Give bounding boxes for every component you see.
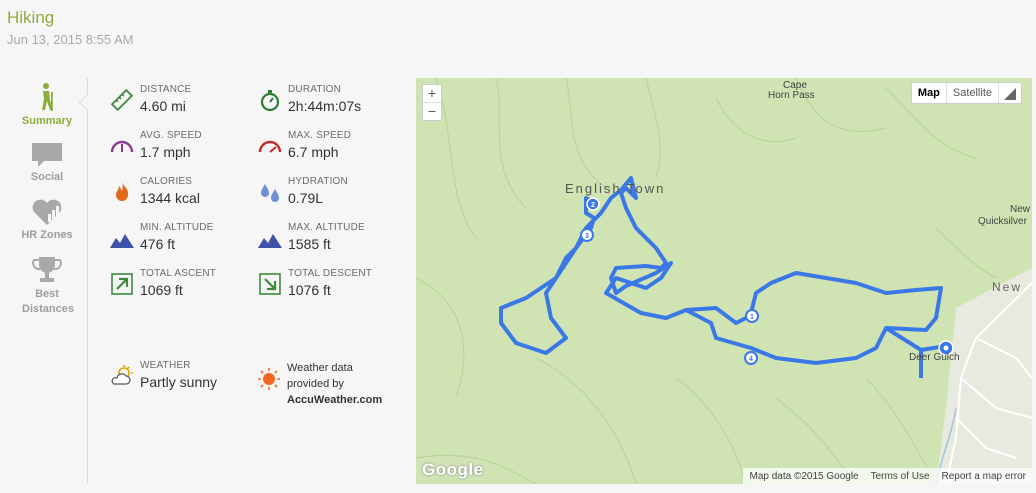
- place-label: Horn Pass: [768, 90, 815, 101]
- stat-max-speed: MAX. SPEED 6.7 mph: [258, 130, 403, 170]
- route-map[interactable]: 1 2 3 4 Cape Horn Pass English Town New …: [416, 78, 1032, 484]
- stat-label: MAX. SPEED: [288, 130, 352, 141]
- zoom-out-button[interactable]: −: [423, 103, 441, 120]
- stat-value: 1.7 mph: [140, 144, 191, 160]
- stat-label: MAX. ALTITUDE: [288, 222, 365, 233]
- lap-marker-4: 4: [749, 356, 753, 363]
- map-terrain: 1 2 3 4: [416, 78, 1032, 484]
- partly-sunny-icon: [111, 365, 133, 385]
- stat-hydration: HYDRATION 0.79L: [258, 176, 403, 216]
- stat-value: 4.60 mi: [140, 98, 186, 114]
- stat-label: HYDRATION: [288, 176, 348, 187]
- speedometer-avg-icon: [110, 140, 134, 153]
- zoom-in-button[interactable]: +: [423, 85, 441, 103]
- stat-label: WEATHER: [140, 360, 191, 371]
- stopwatch-icon: [260, 90, 280, 112]
- map-type-map-button[interactable]: Map: [912, 83, 947, 103]
- stat-value: 1585 ft: [288, 236, 331, 252]
- map-data-text: Map data ©2015 Google: [749, 470, 859, 482]
- stat-label: TOTAL DESCENT: [288, 268, 373, 279]
- stat-duration: DURATION 2h:44m:07s: [258, 84, 403, 124]
- place-label: Deer Gulch: [909, 352, 960, 363]
- activity-date: Jun 13, 2015 8:55 AM: [7, 32, 134, 47]
- stat-max-altitude: MAX. ALTITUDE 1585 ft: [258, 222, 403, 262]
- water-drops-icon: [261, 184, 279, 202]
- tab-summary[interactable]: Summary: [14, 82, 80, 127]
- tab-social-label: Social: [30, 171, 64, 183]
- place-label: English Town: [565, 181, 666, 196]
- accuweather-link[interactable]: AccuWeather.com: [287, 394, 382, 406]
- weather-credit-line1: Weather data: [287, 362, 353, 374]
- stat-label: TOTAL ASCENT: [140, 268, 217, 279]
- accuweather-sun-icon: [258, 368, 280, 390]
- stat-calories: CALORIES 1344 kcal: [110, 176, 255, 216]
- stat-label: AVG. SPEED: [140, 130, 202, 141]
- heart-chart-icon: [32, 199, 62, 225]
- stat-distance: DISTANCE 4.60 mi: [110, 84, 255, 124]
- map-type-satellite-button[interactable]: Satellite: [947, 83, 999, 103]
- activity-title: Hiking: [7, 8, 55, 27]
- arrow-down-right-icon: [259, 273, 281, 295]
- trophy-icon: [32, 257, 62, 282]
- stat-value: 0.79L: [288, 190, 324, 206]
- flame-icon: [116, 182, 129, 201]
- stat-label: MIN. ALTITUDE: [140, 222, 214, 233]
- stat-avg-speed: AVG. SPEED 1.7 mph: [110, 130, 255, 170]
- fullscreen-button[interactable]: [999, 83, 1021, 103]
- fullscreen-icon: [1004, 88, 1016, 100]
- stat-value: 6.7 mph: [288, 144, 339, 160]
- mountain-min-icon: [110, 234, 134, 248]
- report-map-error-link[interactable]: Report a map error: [936, 471, 1032, 482]
- zoom-control: + −: [422, 84, 442, 121]
- tab-divider: [87, 78, 88, 484]
- tab-best-distances[interactable]: Best Distances: [14, 256, 80, 317]
- lap-marker-2: 2: [591, 202, 595, 209]
- stat-value: 2h:44m:07s: [288, 98, 362, 114]
- map-attribution: Map data ©2015 Google Terms of Use Repor…: [743, 468, 1032, 484]
- arrow-up-right-icon: [111, 273, 133, 295]
- speedometer-max-icon: [258, 140, 282, 153]
- speech-bubble-icon: [32, 143, 62, 167]
- stat-label: DISTANCE: [140, 84, 192, 95]
- stat-min-altitude: MIN. ALTITUDE 476 ft: [110, 222, 255, 262]
- stat-value: Partly sunny: [140, 374, 218, 390]
- lap-marker-1: 1: [750, 314, 754, 321]
- place-label: Quicksilver: [978, 216, 1027, 227]
- active-tab-pointer: [78, 94, 95, 111]
- tab-best-distances-label: Best Distances: [22, 288, 74, 315]
- weather-credit: Weather data provided by AccuWeather.com: [287, 360, 382, 408]
- stat-total-ascent: TOTAL ASCENT 1069 ft: [110, 268, 255, 308]
- stat-label: CALORIES: [140, 176, 193, 187]
- google-logo[interactable]: Google: [422, 460, 484, 480]
- stat-value: 476 ft: [140, 236, 176, 252]
- tab-hr-zones-label: HR Zones: [21, 229, 73, 241]
- tab-hr-zones[interactable]: HR Zones: [14, 198, 80, 241]
- tab-summary-label: Summary: [21, 115, 73, 127]
- place-label: New: [992, 280, 1023, 294]
- tab-social[interactable]: Social: [14, 142, 80, 183]
- lap-marker-3: 3: [585, 233, 589, 240]
- terms-of-use-link[interactable]: Terms of Use: [865, 471, 936, 482]
- weather-credit-line2: provided by: [287, 378, 344, 390]
- map-type-control: Map Satellite: [910, 82, 1022, 104]
- stat-label: DURATION: [288, 84, 342, 95]
- place-label: New: [1010, 204, 1031, 215]
- stat-weather: WEATHER Partly sunny: [110, 360, 255, 400]
- mountain-max-icon: [258, 234, 282, 248]
- stat-value: 1076 ft: [288, 282, 331, 298]
- ruler-icon: [110, 88, 134, 112]
- stat-total-descent: TOTAL DESCENT 1076 ft: [258, 268, 403, 308]
- stat-value: 1344 kcal: [140, 190, 200, 206]
- stat-value: 1069 ft: [140, 282, 183, 298]
- hiker-icon: [42, 83, 53, 111]
